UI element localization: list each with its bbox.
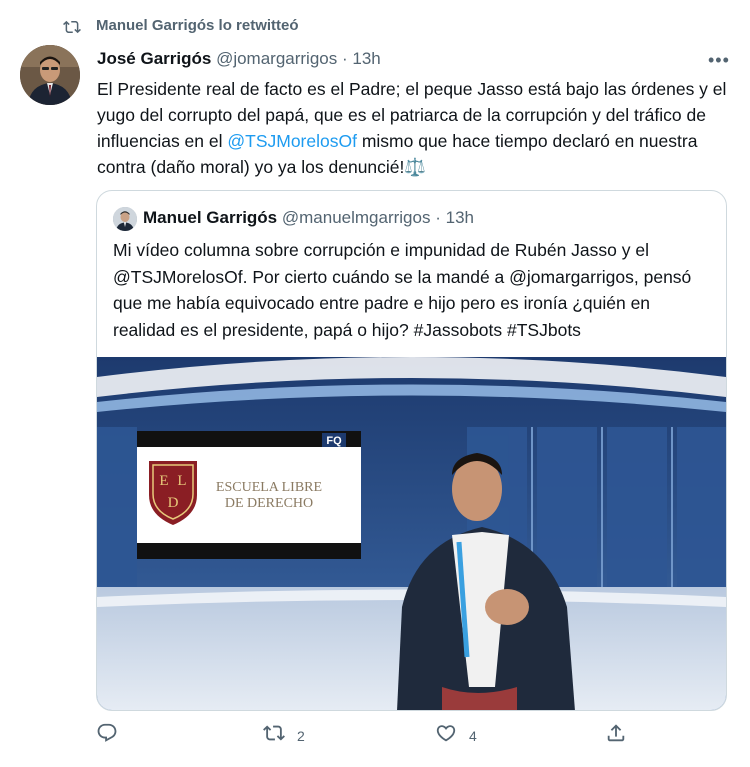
like-count: 4: [469, 727, 477, 744]
quoted-tweet-time[interactable]: 13h: [446, 208, 474, 227]
retweet-icon: [62, 15, 82, 39]
author-avatar[interactable]: [20, 45, 80, 105]
tweet-actions: 2 4: [96, 722, 736, 758]
author-name[interactable]: José Garrigós: [97, 49, 211, 68]
shield-letter: E: [159, 473, 168, 489]
share-icon: [605, 722, 627, 749]
shield-letter: D: [168, 495, 179, 511]
like-button[interactable]: 4: [435, 722, 477, 749]
quoted-author-name[interactable]: Manuel Garrigós: [143, 208, 277, 227]
reply-icon: [96, 722, 118, 749]
separator-dot: ·: [341, 49, 348, 68]
share-button[interactable]: [605, 722, 639, 749]
corner-logo: FQ: [326, 435, 342, 447]
tweet-header: José Garrigós @jomargarrigos · 13h: [97, 49, 381, 69]
retweet-icon: [263, 722, 285, 749]
quoted-author-avatar[interactable]: [113, 207, 137, 231]
retweet-text[interactable]: Manuel Garrigós lo retwitteó: [96, 17, 299, 34]
quoted-tweet[interactable]: Manuel Garrigós @manuelmgarrigos · 13h M…: [96, 190, 727, 711]
reply-button[interactable]: [96, 722, 130, 749]
quoted-tweet-header: Manuel Garrigós @manuelmgarrigos · 13h: [143, 208, 474, 228]
separator-dot: ·: [435, 208, 441, 227]
video-thumbnail[interactable]: FQ E L D ESCUELA LIBRE DE DERECHO: [97, 357, 726, 710]
retweet-count: 2: [297, 727, 305, 744]
retweet-button[interactable]: 2: [263, 722, 305, 749]
tweet-time[interactable]: 13h: [352, 49, 380, 68]
author-handle[interactable]: @jomargarrigos: [216, 49, 337, 68]
mention-link[interactable]: @TSJMorelosOf: [227, 131, 357, 151]
quoted-author-handle[interactable]: @manuelmgarrigos: [282, 208, 431, 227]
screen-text-line2: DE DERECHO: [225, 496, 313, 511]
more-icon[interactable]: •••: [708, 50, 730, 71]
heart-icon: [435, 722, 457, 749]
quoted-tweet-text: Mi vídeo columna sobre corrupción e impu…: [113, 240, 692, 340]
shield-letter: L: [177, 473, 186, 489]
tweet-text: El Presidente real de facto es el Padre;…: [97, 76, 737, 180]
scales-emoji-icon: ⚖️: [404, 157, 427, 177]
screen-text-line1: ESCUELA LIBRE: [216, 480, 322, 495]
